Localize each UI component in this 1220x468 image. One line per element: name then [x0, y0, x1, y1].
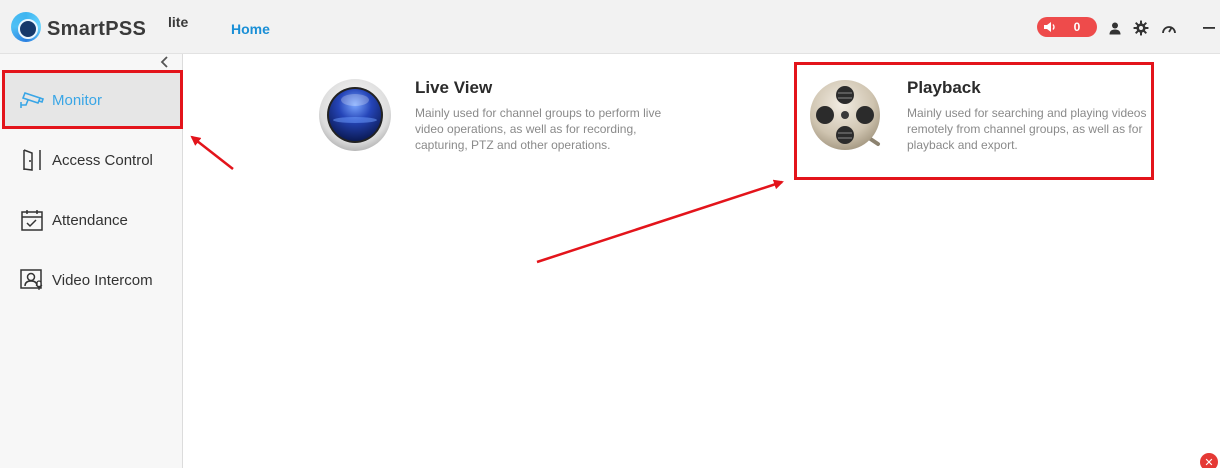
chevron-left-icon[interactable] — [157, 54, 173, 70]
speaker-icon — [1037, 20, 1063, 34]
intercom-icon — [19, 267, 45, 293]
cctv-camera-icon — [19, 87, 45, 113]
calendar-check-icon — [19, 207, 45, 233]
minimize-icon[interactable] — [1200, 19, 1218, 37]
annotation-arrows — [190, 135, 784, 264]
gauge-icon[interactable] — [1160, 19, 1178, 37]
close-icon[interactable]: ✕ — [1200, 453, 1218, 468]
app-edition: lite — [168, 14, 189, 30]
sidebar-item-video-intercom[interactable]: Video Intercom — [4, 252, 180, 308]
app-name: SmartPSS — [47, 18, 147, 40]
playback-title: Playback — [907, 78, 981, 97]
sidebar: Monitor Access Control Attendance Video … — [0, 54, 183, 468]
sidebar-item-attendance[interactable]: Attendance — [4, 192, 180, 248]
film-reel-icon — [808, 78, 882, 152]
user-icon[interactable] — [1106, 19, 1124, 37]
sidebar-item-access-control[interactable]: Access Control — [4, 132, 180, 188]
live-view-title: Live View — [415, 78, 493, 97]
sidebar-item-label: Access Control — [52, 151, 153, 169]
alarm-count: 0 — [1073, 20, 1081, 34]
live-view-lens-icon — [318, 78, 392, 152]
arrow-to-monitor — [190, 135, 234, 170]
door-icon — [19, 147, 45, 173]
alarm-button[interactable]: 0 — [1037, 17, 1097, 37]
sidebar-item-label: Attendance — [52, 211, 128, 229]
title-bar: SmartPSS lite Home 0 — [0, 0, 1220, 54]
nav-home-tab[interactable]: Home — [231, 21, 270, 37]
sidebar-item-monitor[interactable]: Monitor — [4, 72, 180, 128]
smartpss-logo-icon — [11, 12, 41, 42]
live-view-description: Mainly used for channel groups to perfor… — [415, 106, 662, 152]
sidebar-item-label: Monitor — [52, 91, 103, 109]
sidebar-item-label: Video Intercom — [52, 271, 153, 289]
gear-icon[interactable] — [1132, 19, 1150, 37]
playback-description: Mainly used for searching and playing vi… — [907, 106, 1147, 152]
arrow-to-playback — [536, 179, 784, 264]
